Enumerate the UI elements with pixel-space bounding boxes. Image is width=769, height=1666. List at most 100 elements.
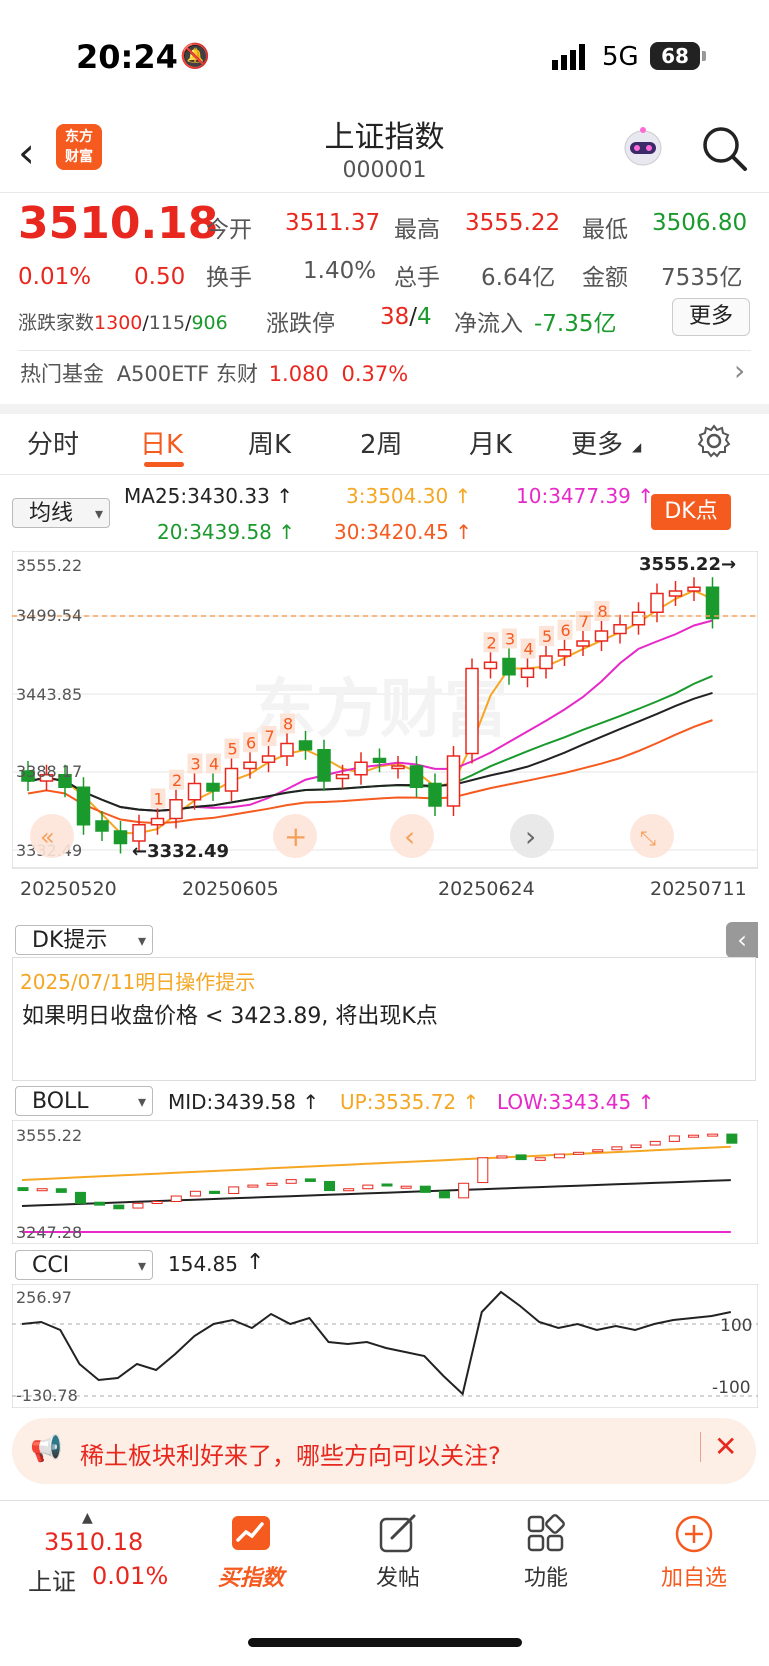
candle [372,757,387,763]
up-arrow-icon: ↑ [448,520,473,544]
limit-up: 38 [380,304,410,330]
netflow-label: 净流入 [454,311,523,337]
boll-selector[interactable]: BOLL [15,1086,153,1117]
boll-candle [17,1187,29,1192]
cci-lo-label: -100 [712,1378,751,1398]
boll-y-top: 3555.22 [16,1126,82,1145]
search-icon[interactable] [700,124,748,172]
megaphone-icon: 📢 [30,1434,63,1464]
ma25-value: MA25:3430.33 ↑ [124,484,293,508]
boll-candle [94,1201,106,1206]
candle [95,820,109,832]
candle [317,749,331,782]
nav-functions[interactable]: 功能 [486,1560,606,1592]
boll-up: UP:3535.72 ↑ [340,1090,480,1114]
robot-assistant-icon[interactable] [620,126,666,170]
dk-tip-date: 2025/07/11明日操作提示 [20,970,256,994]
close-icon[interactable]: ✕ [714,1430,737,1463]
candle [465,667,479,755]
cci-selector[interactable]: CCI [15,1250,153,1281]
candle [76,786,91,826]
ma-selector[interactable]: 均线 [12,498,110,529]
expand-icon: ⤡ [640,826,656,850]
netflow-value: -7.35亿 [534,311,617,337]
seq-marker: 8 [598,602,608,621]
boll-low: LOW:3343.45 ↑ [497,1090,655,1114]
candle [354,761,368,776]
nav-post[interactable]: 发帖 [338,1560,458,1592]
dk-tip-selector[interactable]: DK提示 [15,925,153,956]
nav-index-pct[interactable]: 0.01% [92,1562,168,1590]
tab-day-k[interactable]: 日K [140,424,183,461]
up-count: 1300 [94,312,143,334]
boll-candle [438,1190,450,1199]
nav-buy-index[interactable]: 买指数 [191,1560,311,1592]
seq-marker: 5 [228,740,238,759]
tab-week-k[interactable]: 周K [248,424,291,461]
side-panel-toggle-icon[interactable]: ‹ [726,922,758,958]
up-arrow-icon: ↑ [246,1250,265,1275]
down-count: 906 [191,312,228,334]
divider [18,350,751,351]
boll-candle [343,1188,355,1192]
status-bar: 20:24 🔕 5G 68 [0,0,769,110]
boll-candle [304,1178,316,1182]
trend-chart-icon[interactable] [230,1512,272,1554]
tab-more-caret-icon: ◢ [632,440,642,454]
chevron-left-icon: ‹ [404,820,415,853]
date-label-3: 20250624 [438,878,535,900]
y-label-1: 3555.22 [16,556,82,575]
divider [700,1432,701,1462]
boll-candle [592,1149,604,1153]
fund-pct: 0.37% [341,362,409,386]
settings-gear-icon[interactable] [697,424,731,458]
announcement-text[interactable]: 稀土板块利好来了，哪些方向可以关注? [80,1436,501,1471]
candlestick-chart[interactable]: 东方财富 123 45 6 782 345 6 78 3555.22 3499.54 344… [12,551,758,919]
seq-marker: 7 [579,612,589,631]
tab-2week[interactable]: 2周 [360,424,403,461]
edit-post-icon[interactable] [378,1514,418,1554]
battery-icon: 68 [650,42,706,70]
boll-candle [189,1190,201,1197]
nav-add-watchlist[interactable]: 加自选 [634,1560,754,1592]
tab-month-k[interactable]: 月K [469,424,512,461]
open-label: 今开 [206,217,252,243]
dk-point-button[interactable]: DK点 [651,494,731,530]
boll-mid: MID:3439.58 ↑ [168,1090,320,1114]
boll-candle [726,1133,738,1144]
tab-more[interactable]: 更多 [571,424,623,461]
boll-candle [668,1135,680,1142]
boll-candle [630,1144,642,1149]
divider [0,192,769,193]
add-watchlist-icon[interactable] [674,1514,714,1554]
boll-chart: 3555.22 3247.28 [12,1120,758,1244]
chevron-right-icon[interactable]: › [734,354,745,387]
turnover-label: 换手 [206,265,252,291]
turnover-value: 1.40% [303,258,377,284]
tab-intraday[interactable]: 分时 [27,424,79,461]
candle [391,765,405,770]
plus-icon: + [284,820,307,853]
change-percent: 0.01% [18,264,92,290]
seq-marker: 4 [524,640,534,659]
nav-index-name[interactable]: 上证 [28,1562,76,1597]
ma3-value: 3:3504.30 ↑ [346,484,472,508]
boll-candle [285,1179,297,1184]
boll-candle [534,1157,546,1161]
high-label: 最高 [394,217,440,243]
seq-marker: 4 [209,755,219,774]
nav-index-price[interactable]: 3510.18 [44,1528,143,1556]
hot-fund-row[interactable]: 热门基金 A500ETF 东财 1.080 0.37% [20,358,408,388]
candle [206,782,220,792]
change-amount: 0.50 [134,264,186,290]
up-arrow-icon: ↑ [631,1090,655,1114]
open-value: 3511.37 [285,210,381,236]
candle [132,824,146,842]
candle [557,649,572,657]
y-label-2: 3499.54 [16,606,82,625]
caret-up-icon[interactable]: ▲ [82,1510,93,1526]
home-indicator [248,1638,522,1647]
chevron-right-icon: › [525,820,536,853]
more-button[interactable]: 更多 [672,298,750,336]
grid-function-icon[interactable] [526,1514,566,1554]
